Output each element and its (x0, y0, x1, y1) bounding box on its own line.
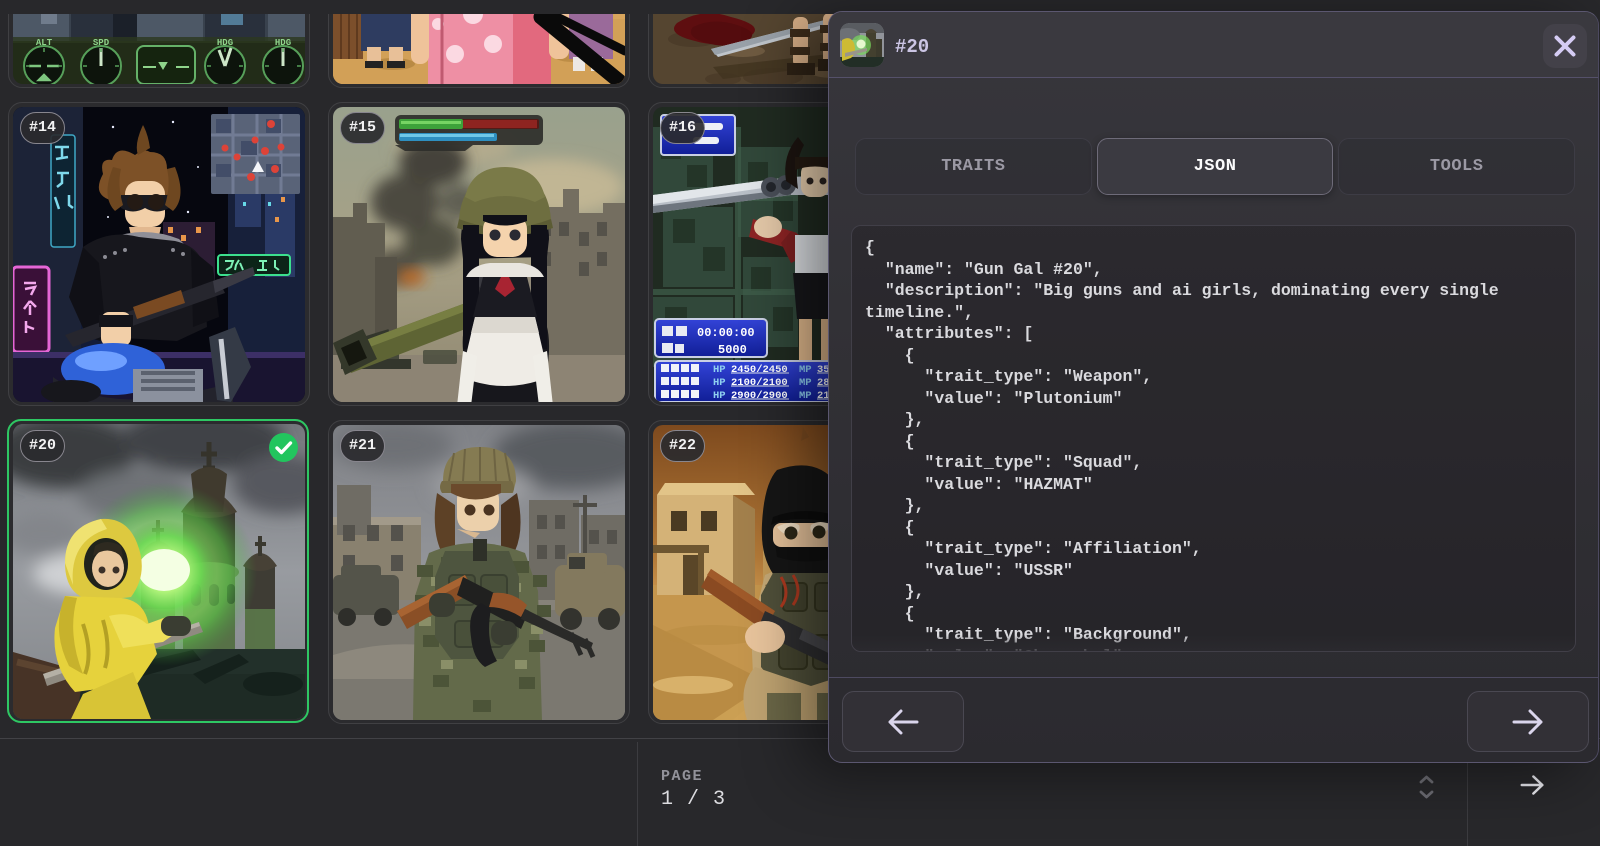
svg-text:2100/2100: 2100/2100 (731, 377, 788, 389)
svg-text:HP: HP (713, 364, 726, 376)
svg-text:MP: MP (799, 364, 812, 376)
svg-text:HDG: HDG (217, 38, 233, 48)
svg-text:5000: 5000 (718, 343, 747, 357)
svg-text:MP: MP (799, 390, 812, 402)
svg-text:SPD: SPD (93, 38, 110, 48)
svg-text:MP: MP (799, 377, 812, 389)
svg-text:00:00:00: 00:00:00 (697, 326, 755, 340)
svg-text:HP: HP (713, 377, 726, 389)
svg-text:ALT: ALT (36, 38, 53, 48)
svg-text:HDG: HDG (275, 38, 291, 48)
svg-text:HP: HP (713, 390, 726, 402)
svg-text:2450/2450: 2450/2450 (731, 364, 788, 376)
svg-text:2900/2900: 2900/2900 (731, 390, 788, 402)
